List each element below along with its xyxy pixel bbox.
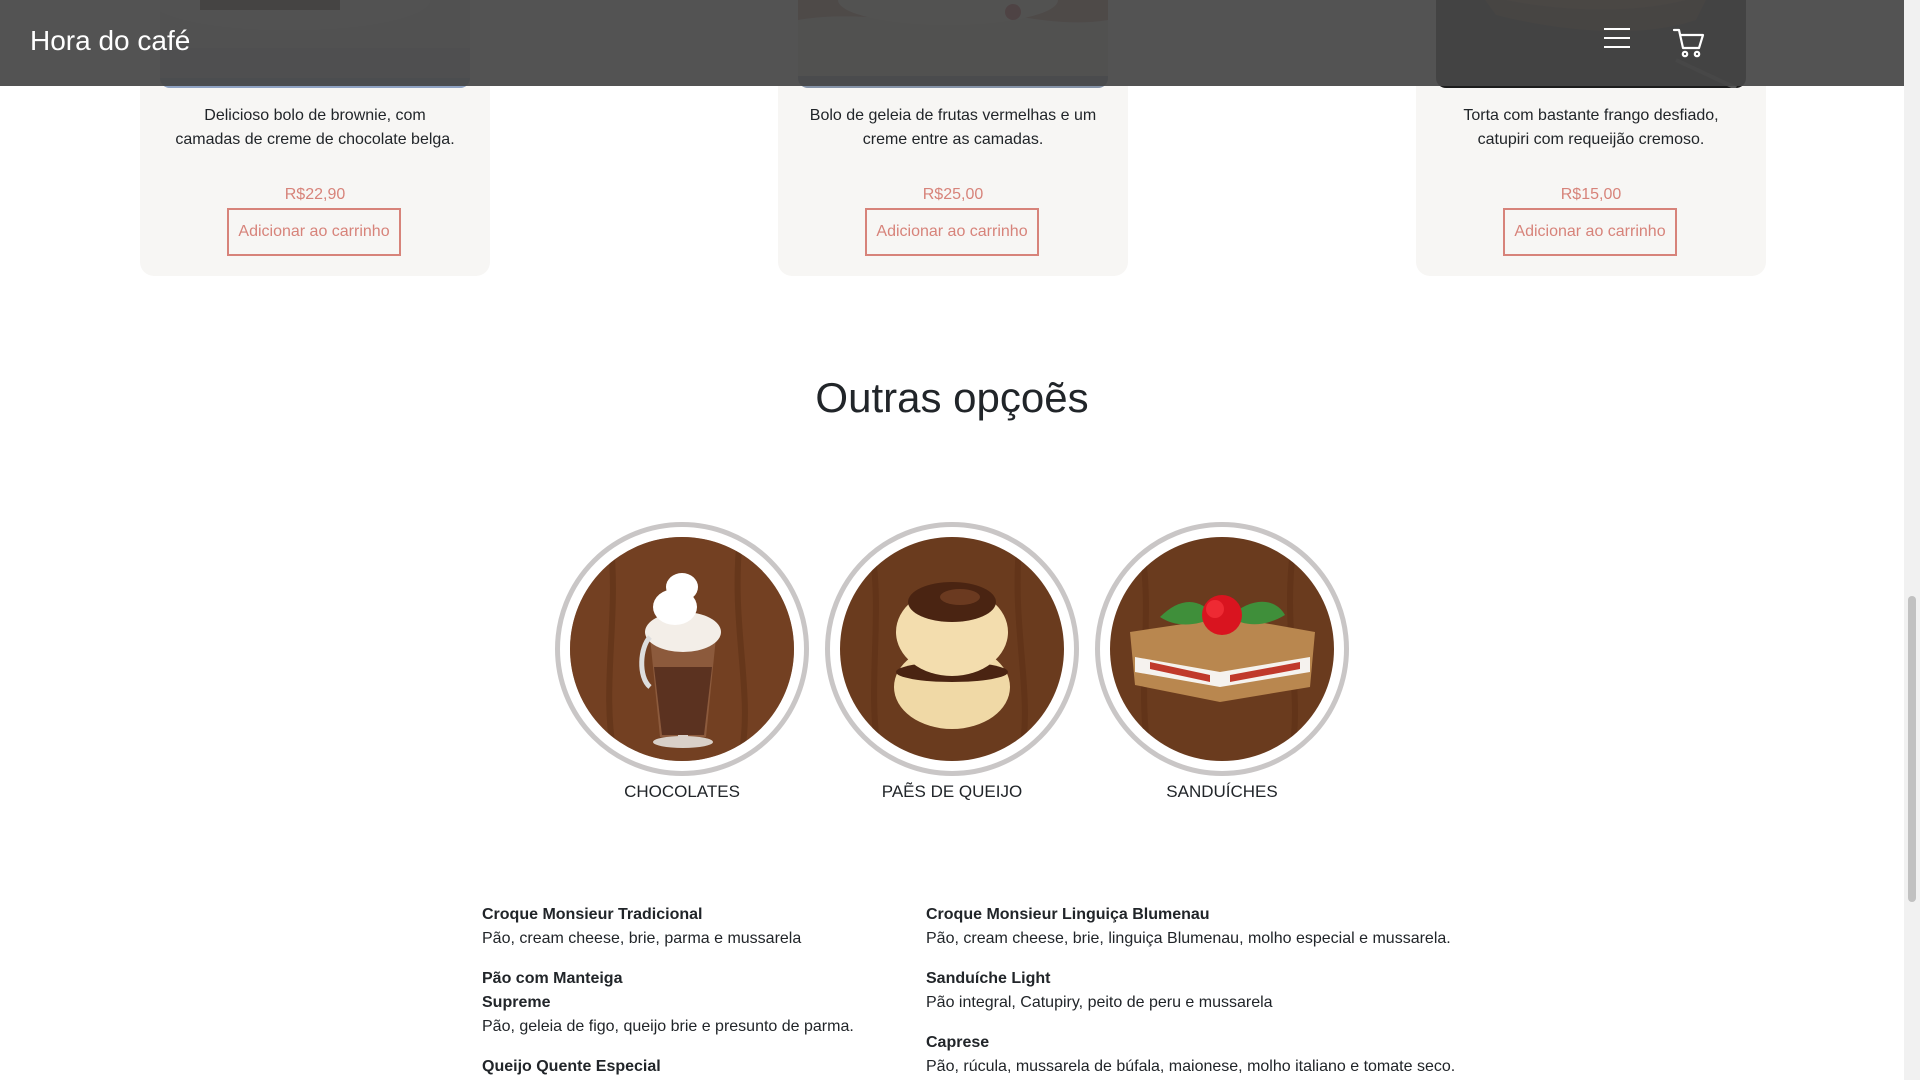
add-to-cart-button[interactable]: Adicionar ao carrinho (227, 208, 401, 256)
product-price: R$15,00 (1560, 186, 1622, 203)
menu-item-name-continued: Supreme (482, 994, 551, 1011)
product-description: Torta com bastante frango desfiado, catu… (1463, 107, 1719, 148)
scrollbar-track[interactable] (1904, 0, 1920, 1080)
product-price: R$25,00 (922, 186, 984, 203)
category-image-sandwiches (1095, 522, 1349, 776)
category-cheese-breads[interactable]: PAẼS DE QUEIJO (825, 522, 1079, 802)
menu-icon[interactable] (1604, 28, 1630, 54)
menu-item: Croque Monsieur Tradicional Pão, cream c… (482, 903, 801, 951)
menu-item-description: Pão, cream cheese, brie, parma e mussare… (482, 930, 802, 947)
menu-item-description: Pão, rúcula, mussarela de búfala, maione… (926, 1058, 1456, 1075)
category-label: CHOCOLATES (624, 782, 740, 801)
menu-item-name: Croque Monsieur Linguiça Blumenau (926, 906, 1210, 923)
add-to-cart-button[interactable]: Adicionar ao carrinho (865, 208, 1039, 256)
category-chocolates[interactable]: CHOCOLATES (555, 522, 809, 802)
top-navbar: Hora do café (0, 0, 1904, 86)
menu-item: Caprese Pão, rúcula, mussarela de búfala… (926, 1031, 1455, 1079)
menu-item-name: Croque Monsieur Tradicional (482, 906, 703, 923)
menu-item: Pão com Manteiga Supreme Pão, geleia de … (482, 967, 854, 1039)
menu-item-name: Sanduíche Light (926, 970, 1051, 987)
product-description: Delicioso bolo de brownie, com camadas d… (175, 107, 455, 148)
menu-item-name: Caprese (926, 1034, 990, 1051)
category-image-cheese-breads (825, 522, 1079, 776)
menu-item-description: Pão, geleia de figo, queijo brie e presu… (482, 1018, 854, 1035)
menu-item-description: Pão integral, Catupiry, peito de peru e … (926, 994, 1273, 1011)
menu-item: Queijo Quente Especial (482, 1055, 661, 1079)
menu-item: Sanduíche Light Pão integral, Catupiry, … (926, 967, 1273, 1015)
section-title-other-options: Outras opçoẽs (815, 374, 1089, 421)
cart-icon[interactable] (1672, 26, 1706, 60)
menu-item-name: Queijo Quente Especial (482, 1058, 661, 1075)
category-label: SANDUÍCHES (1166, 782, 1278, 801)
scrollbar-thumb[interactable] (1908, 596, 1916, 902)
product-description: Bolo de geleia de frutas vermelhas e um … (809, 107, 1097, 148)
category-image-chocolates (555, 522, 809, 776)
menu-item-name: Pão com Manteiga (482, 970, 623, 987)
category-sandwiches[interactable]: SANDUÍCHES (1095, 522, 1349, 802)
brand-title[interactable]: Hora do café (30, 25, 190, 57)
add-to-cart-button[interactable]: Adicionar ao carrinho (1503, 208, 1677, 256)
product-price: R$22,90 (284, 186, 346, 203)
menu-item: Croque Monsieur Linguiça Blumenau Pão, c… (926, 903, 1451, 951)
category-label: PAẼS DE QUEIJO (881, 782, 1023, 801)
menu-item-description: Pão, cream cheese, brie, linguiça Blumen… (926, 930, 1451, 947)
